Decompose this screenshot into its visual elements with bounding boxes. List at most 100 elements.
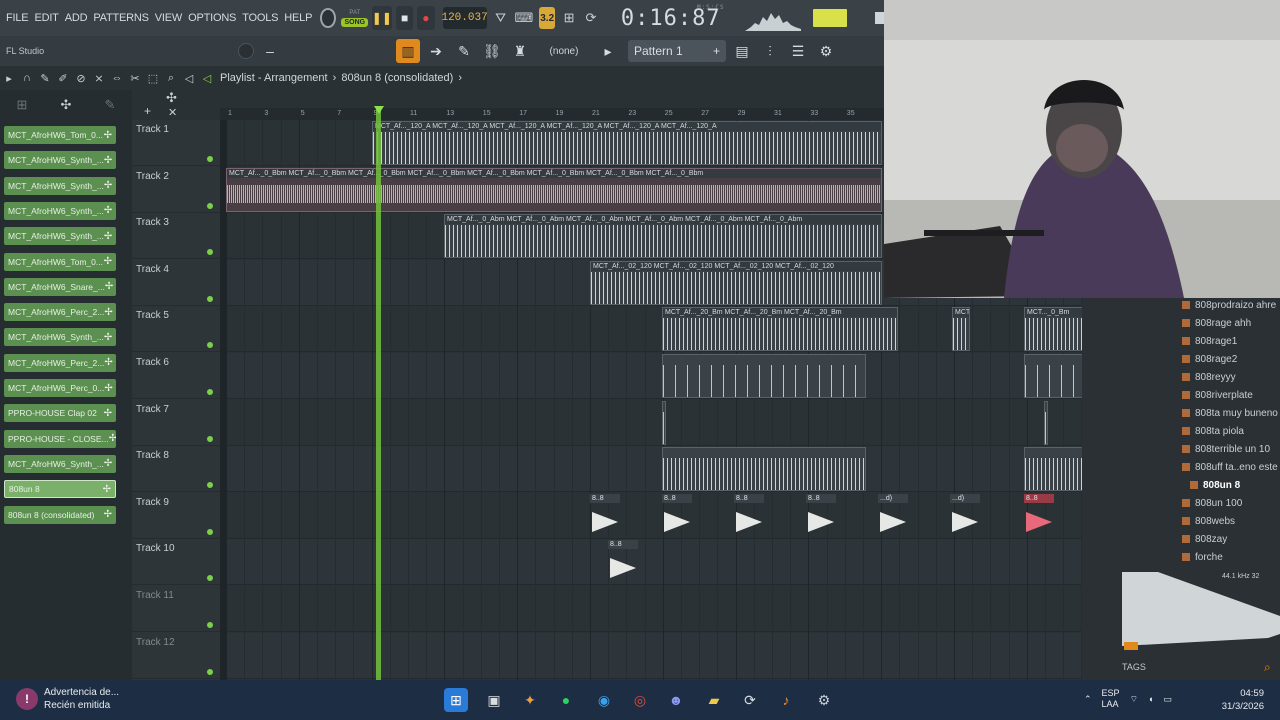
track-mute-led[interactable] bbox=[207, 295, 213, 302]
picker-clip-item[interactable]: MCT_AfroHW6_Synth_... ✢ bbox=[4, 227, 116, 246]
metronome-icon[interactable]: ⛛ bbox=[493, 7, 509, 29]
picker-clip-item[interactable]: MCT_AfroHW6_Synth_... ✢ bbox=[4, 328, 116, 347]
picker-pencil-icon[interactable]: ✎ bbox=[105, 97, 116, 113]
track-mute-led[interactable] bbox=[207, 622, 213, 628]
master-volume-knob[interactable] bbox=[320, 8, 336, 28]
browser-item[interactable]: 808ta piola bbox=[1182, 426, 1244, 437]
track-lane[interactable] bbox=[226, 632, 1084, 679]
sample-clip[interactable]: 8..8 bbox=[608, 540, 638, 584]
audio-clip[interactable] bbox=[662, 447, 866, 492]
track-header[interactable]: Track 4 bbox=[132, 260, 220, 306]
snap-step-button[interactable]: 3.2 bbox=[539, 7, 556, 29]
track-header[interactable]: Track 7 bbox=[132, 400, 220, 446]
picker-clip-item[interactable]: MCT_AfroHW6_Synth_... ✢ bbox=[4, 454, 116, 473]
browser-item[interactable]: 808prodraizo ahre bbox=[1182, 300, 1276, 311]
browser-item[interactable]: 808reyyy bbox=[1182, 372, 1236, 383]
typing-keyboard-icon[interactable]: ⌨ bbox=[514, 7, 533, 29]
sample-clip[interactable]: 8..8 bbox=[590, 493, 620, 538]
sample-clip[interactable]: 8..8 bbox=[734, 493, 764, 538]
notification[interactable]: ! Advertencia de... Recién emitida bbox=[16, 686, 119, 712]
menu-add[interactable]: ADD bbox=[65, 12, 88, 24]
browser-item[interactable]: forche bbox=[1182, 552, 1223, 563]
browser-item[interactable]: 808zay bbox=[1182, 534, 1227, 545]
picker-view-icon[interactable]: ⊞ bbox=[17, 97, 28, 113]
audio-clip[interactable] bbox=[662, 354, 866, 398]
track-mute-led[interactable] bbox=[207, 668, 213, 675]
mixer-icon[interactable]: ▤ bbox=[730, 39, 754, 63]
picker-clip-item[interactable]: MCT_AfroHW6_Perc_0... ✢ bbox=[4, 379, 116, 397]
magnet-icon[interactable]: ∩ bbox=[18, 69, 36, 87]
sample-clip[interactable]: 8..8 bbox=[806, 493, 836, 538]
sample-clip[interactable]: ...d) bbox=[878, 493, 908, 538]
zoom-tool-icon[interactable]: ⌕ bbox=[162, 69, 180, 87]
add-pattern-button[interactable]: + bbox=[713, 44, 720, 58]
discord-icon[interactable]: ☻ bbox=[664, 688, 688, 712]
menu-view[interactable]: VIEW bbox=[155, 12, 183, 24]
picker-clip-item[interactable]: MCT_AfroHW6_Snare_... ✢ bbox=[4, 277, 116, 296]
stop-button[interactable]: ■ bbox=[395, 6, 414, 30]
loop-record-icon[interactable]: ⟳ bbox=[583, 7, 599, 29]
main-pitch-knob[interactable] bbox=[238, 43, 254, 59]
audio-clip[interactable]: MCT..._0_Bm bbox=[952, 307, 970, 352]
record-button[interactable]: ● bbox=[417, 6, 435, 30]
song-position-clock[interactable]: 0:16:87 M:S:CS bbox=[621, 4, 724, 31]
picker-clip-item[interactable]: MCT_AfroHW6_Synth_... ✢ bbox=[4, 201, 116, 220]
browser-item[interactable]: 808terrible un 10 bbox=[1182, 444, 1270, 455]
track-header[interactable]: Track 11 bbox=[132, 586, 220, 632]
taskbar-clock[interactable]: 04:59 31/3/2026 bbox=[1200, 687, 1264, 713]
file-explorer-icon[interactable]: ▰ bbox=[702, 688, 726, 712]
plugin-icon[interactable]: ⚙ bbox=[814, 39, 838, 63]
track-mute-led[interactable] bbox=[207, 202, 213, 209]
picker-clip-item[interactable]: MCT_AfroHW6_Synth_... ✢ bbox=[4, 176, 116, 195]
play-arrow-icon[interactable]: ▸ bbox=[0, 69, 18, 87]
track-mute-led[interactable] bbox=[207, 435, 213, 442]
audio-clip[interactable] bbox=[662, 400, 666, 445]
close-icon[interactable]: ✕ bbox=[168, 106, 177, 119]
scale-selector[interactable]: (none) bbox=[536, 46, 592, 57]
picker-clip-item[interactable]: 808un 8 (consolidated) ✢ bbox=[4, 505, 116, 524]
browser-item[interactable]: 808ta muy buneno bbox=[1182, 408, 1278, 419]
track-mute-led[interactable] bbox=[207, 249, 213, 256]
picker-clip-item[interactable]: PPRO-HOUSE - CLOSE... ✢ bbox=[4, 429, 116, 448]
chevron-up-icon[interactable]: ⌃ bbox=[1084, 694, 1092, 705]
browser-item[interactable]: 808uff ta..eno este bbox=[1182, 462, 1278, 473]
track-lane[interactable] bbox=[226, 539, 1084, 586]
track-mute-led[interactable] bbox=[207, 528, 213, 535]
picker-waveform-icon[interactable]: ✣ bbox=[61, 97, 72, 113]
browser-item[interactable]: 808rage ahh bbox=[1182, 318, 1251, 329]
playhead[interactable] bbox=[376, 108, 381, 680]
track-header[interactable]: Track 6 bbox=[132, 353, 220, 399]
browser-item[interactable]: 808riverplate bbox=[1182, 390, 1253, 401]
select-tool-icon[interactable]: ⬚ bbox=[144, 69, 162, 87]
audio-clip[interactable] bbox=[1044, 400, 1048, 445]
menu-patterns[interactable]: PATTERNS bbox=[93, 12, 149, 24]
zoom-handle-icon[interactable]: ✣ bbox=[166, 90, 177, 106]
menu-file[interactable]: FILE bbox=[6, 12, 29, 24]
edge-icon[interactable]: ◉ bbox=[592, 688, 616, 712]
stamp-icon[interactable]: ♜ bbox=[508, 39, 532, 63]
track-mute-led[interactable] bbox=[207, 342, 213, 349]
search-icon[interactable]: ⌕ bbox=[1264, 660, 1271, 675]
track-lane[interactable] bbox=[226, 400, 1084, 446]
breadcrumb-clip[interactable]: 808un 8 (consolidated) bbox=[341, 72, 453, 84]
playback-tool-icon[interactable]: ◁ bbox=[180, 69, 198, 87]
track-header[interactable]: Track 12 bbox=[132, 633, 220, 679]
browser-item[interactable]: 808un 8 bbox=[1190, 480, 1240, 491]
audio-clip[interactable]: MCT_Af..._20_Bm MCT_Af..._20_Bm MCT_Af..… bbox=[662, 307, 898, 352]
pat-song-toggle[interactable]: PAT SONG bbox=[341, 4, 369, 32]
draw-tool-icon[interactable]: ✎ bbox=[36, 69, 54, 87]
picker-clip-item[interactable]: MCT_AfroHW6_Perc_2... ✢ bbox=[4, 353, 116, 372]
track-header[interactable]: Track 2 bbox=[132, 167, 220, 213]
spotify-icon[interactable]: ● bbox=[554, 688, 578, 712]
audio-clip[interactable]: MCT_Af..._0_Abm MCT_Af..._0_Abm MCT_Af..… bbox=[444, 214, 882, 259]
menu-help[interactable]: HELP bbox=[284, 12, 312, 24]
track-mute-led[interactable] bbox=[207, 389, 213, 395]
audio-clip[interactable]: MCT_Af..._0_Bbm MCT_Af..._0_Bbm MCT_Af..… bbox=[226, 167, 882, 212]
browser-item[interactable]: 808rage2 bbox=[1182, 354, 1237, 365]
track-header[interactable]: Track 10 bbox=[132, 539, 220, 586]
playlist-view-button[interactable]: ▥ bbox=[396, 39, 420, 63]
tempo-display[interactable]: 120.037 bbox=[441, 7, 488, 29]
timeline-ruler[interactable]: 1357911131517192123252729313335 bbox=[220, 108, 884, 120]
track-header[interactable]: Track 5 bbox=[132, 306, 220, 353]
playhead-marker-icon[interactable] bbox=[374, 106, 384, 114]
